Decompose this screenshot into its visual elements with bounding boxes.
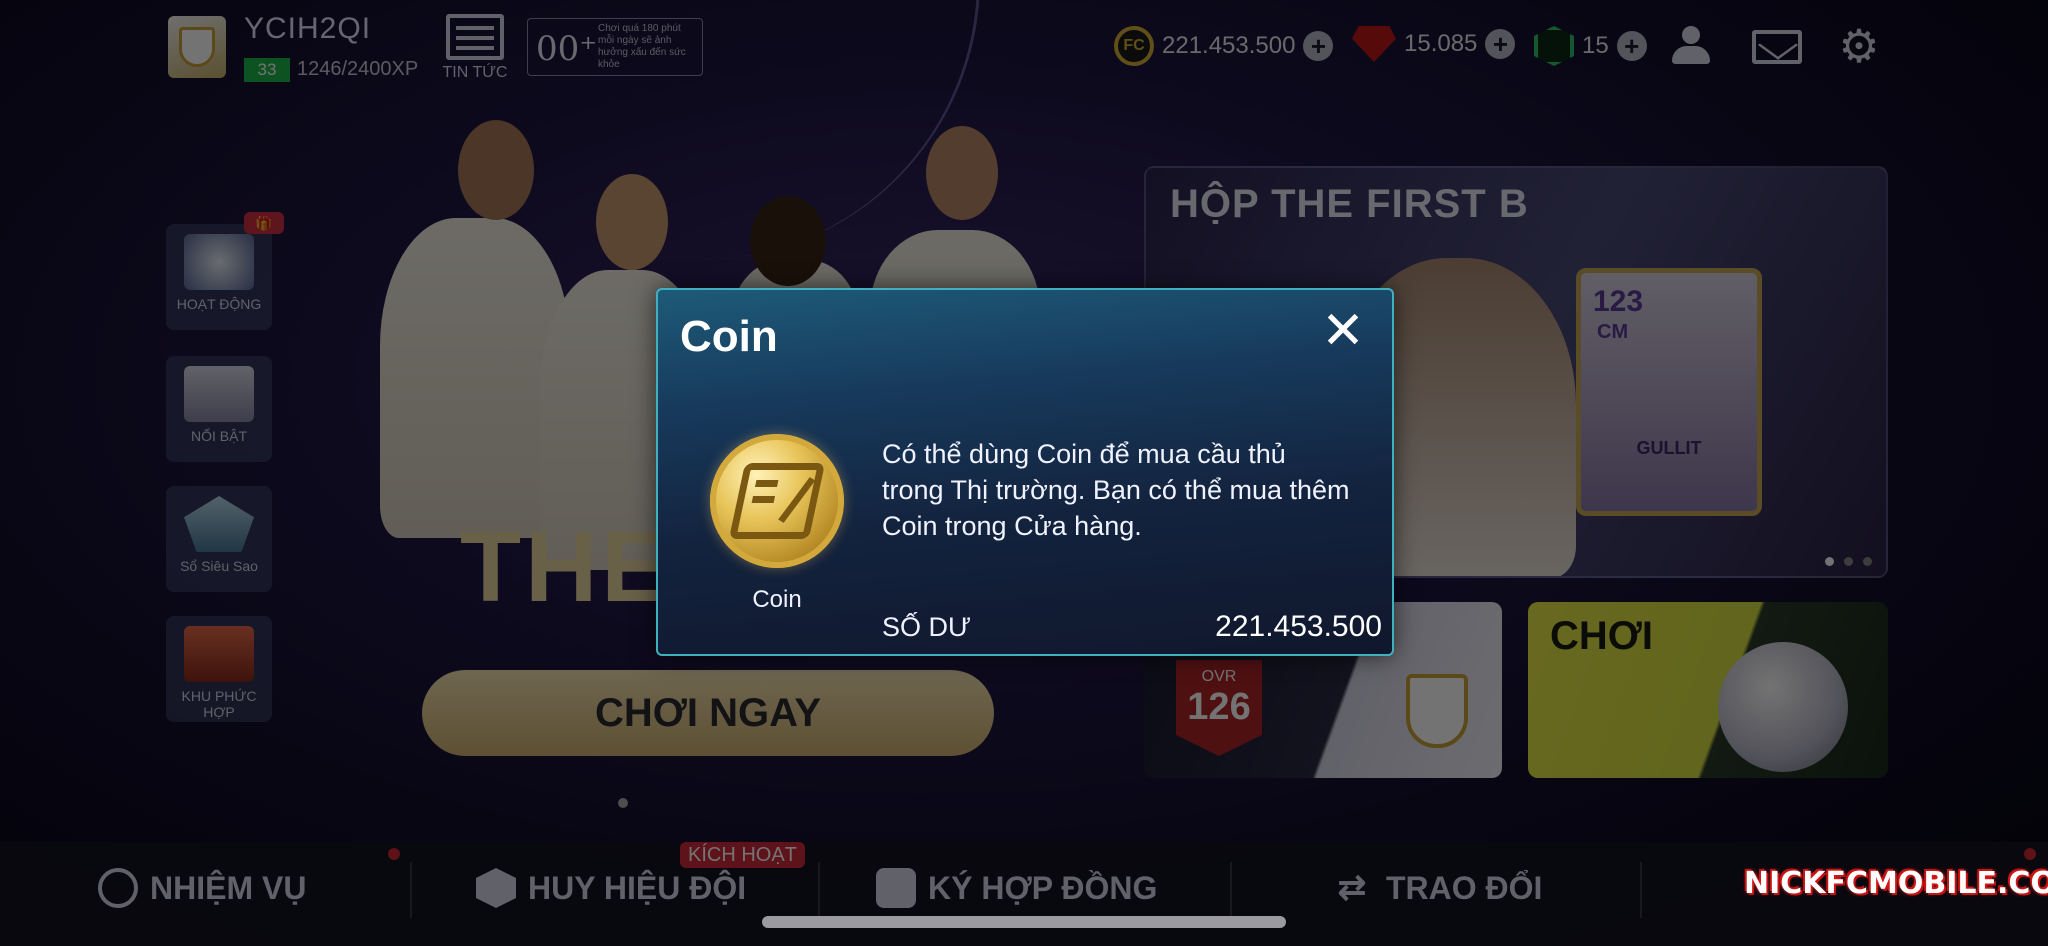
- activate-badge: KÍCH HOẠT: [680, 842, 805, 868]
- sidebar-item-label: KHU PHỨC HỢP: [181, 688, 257, 720]
- nav-trade[interactable]: ⇄ TRAO ĐỔI: [1330, 864, 1543, 912]
- dialog-description: Có thể dùng Coin để mua cầu thủ trong Th…: [882, 439, 1350, 541]
- player-head: [926, 126, 998, 220]
- card-ovr: 123: [1593, 285, 1644, 318]
- top-bar: YCIH2QI 33 1246/2400XP TIN TỨC 00⁺ Chơi …: [0, 0, 2048, 90]
- friends-icon[interactable]: [1668, 24, 1718, 68]
- age-rating-note: Chơi quá 180 phút mỗi ngày sẽ ảnh hưởng …: [598, 23, 686, 70]
- gift-badge-icon: 🎁: [244, 212, 284, 234]
- ovr-label: OVR: [1201, 668, 1237, 685]
- player-card: 123 CM GULLIT: [1576, 268, 1762, 516]
- nav-team-badge[interactable]: HUY HIỆU ĐỘI: [476, 864, 746, 912]
- level-badge: 33: [244, 58, 290, 82]
- coin-icon: FC: [1114, 26, 1154, 66]
- token-icon: [1534, 26, 1574, 66]
- team-ovr-badge: OVR 126: [1176, 660, 1262, 756]
- carousel-dot: [618, 798, 628, 808]
- balance-label: SỐ DƯ: [882, 612, 972, 642]
- bottom-nav: NHIỆM VỤ HUY HIỆU ĐỘI KÝ HỢP ĐỒNG ⇄ TRAO…: [0, 842, 2048, 946]
- dialog-title: Coin: [680, 312, 778, 361]
- news-button[interactable]: TIN TỨC: [440, 14, 510, 82]
- coin-balance[interactable]: FC 221.453.500 +: [1114, 26, 1334, 66]
- nav-divider: [818, 862, 820, 918]
- team-hex-icon: [476, 868, 516, 908]
- nav-sign-contract[interactable]: KÝ HỢP ĐỒNG: [876, 864, 1157, 912]
- gift-box-icon: [184, 366, 254, 422]
- news-label: TIN TỨC: [442, 64, 508, 81]
- gem-amount: 15.085: [1404, 30, 1478, 57]
- soccer-ball-icon: [184, 234, 254, 290]
- nav-divider: [1230, 862, 1232, 918]
- nav-divider: [410, 862, 412, 918]
- club-avatar[interactable]: [168, 16, 226, 78]
- coin-amount: 221.453.500: [1162, 32, 1296, 59]
- watermark: NICKFCMOBILE.COM: [1744, 866, 2048, 901]
- sidebar-item-label: Sổ Siêu Sao: [180, 558, 258, 574]
- play-panel[interactable]: CHƠI: [1528, 602, 1888, 778]
- age-rating-box: 00⁺ Chơi quá 180 phút mỗi ngày sẽ ảnh hư…: [527, 18, 703, 76]
- notification-dot: [388, 848, 400, 860]
- coin-caption: Coin: [752, 586, 802, 613]
- sidebar-item-activities[interactable]: 🎁 HOẠT ĐỘNG: [166, 212, 284, 330]
- mail-icon[interactable]: [1752, 30, 1802, 64]
- banner-pager: [1825, 557, 1872, 566]
- sidebar-item-label: NỔI BẬT: [190, 428, 247, 444]
- card-position: CM: [1597, 321, 1629, 343]
- add-token-icon[interactable]: +: [1616, 31, 1647, 61]
- home-indicator[interactable]: [762, 916, 1286, 928]
- fc-logo-mark: [728, 463, 826, 539]
- play-now-button[interactable]: CHƠI NGAY: [422, 670, 994, 756]
- swap-arrows-icon: ⇄: [1337, 869, 1367, 907]
- nav-missions[interactable]: NHIỆM VỤ: [98, 864, 306, 912]
- sidebar-item-superstar-book[interactable]: Sổ Siêu Sao: [166, 486, 272, 592]
- player-head: [596, 174, 668, 270]
- nav-divider: [1640, 862, 1642, 918]
- star-pentagon-icon: [184, 496, 254, 552]
- card-player-name: GULLIT: [1636, 438, 1702, 458]
- coin-icon: [710, 434, 844, 568]
- ovr-value: 126: [1187, 686, 1251, 728]
- soccer-ball-icon: [1718, 642, 1848, 772]
- add-coin-icon[interactable]: +: [1303, 31, 1334, 61]
- pack-title: HỘP THE FIRST B: [1170, 182, 1529, 226]
- nav-label: TRAO ĐỔI: [1386, 869, 1543, 906]
- gem-icon: [1352, 26, 1396, 62]
- age-rating: 00⁺: [536, 29, 598, 69]
- hero-title: THE: [460, 511, 672, 623]
- club-crest-icon: [1406, 674, 1468, 748]
- club-crest-icon: [179, 27, 215, 67]
- token-amount: 15: [1582, 32, 1609, 59]
- close-icon[interactable]: ✕: [1320, 305, 1366, 357]
- target-icon: [98, 868, 138, 908]
- sidebar-item-featured[interactable]: NỔI BẬT: [166, 356, 272, 462]
- sidebar-item-label: HOẠT ĐỘNG: [176, 296, 262, 312]
- sidebar-item-complex[interactable]: KHU PHỨC HỢP: [166, 616, 272, 722]
- add-gem-icon[interactable]: +: [1485, 29, 1516, 59]
- player-head: [750, 196, 826, 286]
- gear-icon[interactable]: ⚙: [1834, 23, 1884, 69]
- notification-dot: [2024, 848, 2036, 860]
- nav-label: NHIỆM VỤ: [150, 869, 307, 906]
- player-name: YCIH2QI: [244, 12, 372, 45]
- nav-label: KÝ HỢP ĐỒNG: [928, 869, 1158, 906]
- gem-balance[interactable]: 15.085 +: [1352, 26, 1516, 62]
- newspaper-icon: [446, 14, 504, 60]
- balance-value: 221.453.500: [1215, 610, 1382, 643]
- nav-label: HUY HIỆU ĐỘI: [528, 869, 747, 906]
- xp-progress-text: 1246/2400XP: [297, 58, 419, 80]
- play-panel-title: CHƠI: [1550, 614, 1654, 658]
- player-head: [458, 120, 534, 220]
- building-icon: [184, 626, 254, 682]
- coin-info-dialog: Coin ✕ Coin Có thể dùng Coin để mua cầu …: [656, 288, 1394, 656]
- token-balance[interactable]: 15 +: [1534, 26, 1647, 66]
- contract-icon: [876, 868, 916, 908]
